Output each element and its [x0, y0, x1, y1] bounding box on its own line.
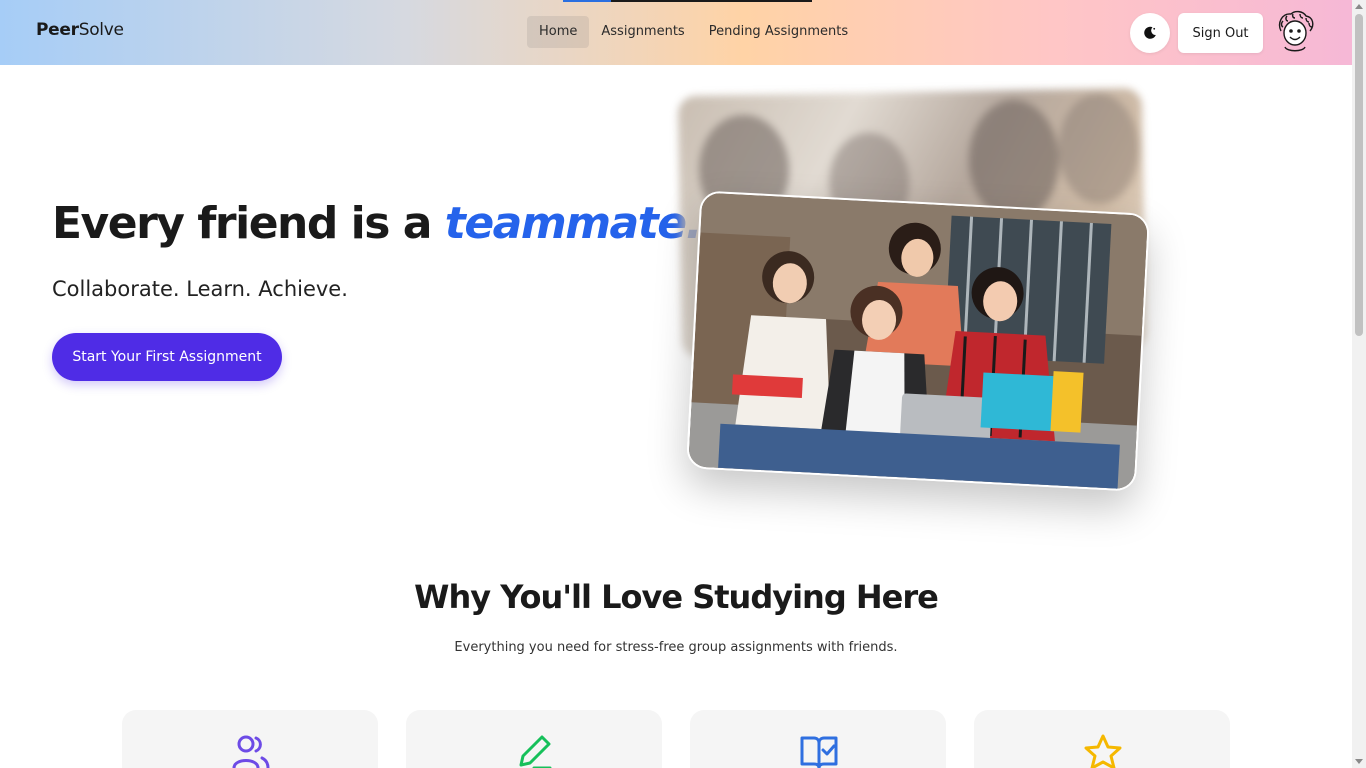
page-scrollbar[interactable]	[1352, 0, 1366, 768]
hero-title: Every friend is a teammate.	[52, 198, 703, 249]
feature-card-learning	[690, 710, 946, 768]
top-accent-line	[563, 0, 812, 2]
user-avatar-icon[interactable]	[1273, 9, 1317, 55]
scroll-up-arrow-icon[interactable]	[1355, 4, 1363, 9]
hero-title-prefix: Every friend is a	[52, 198, 432, 249]
nav-links: Home Assignments Pending Assignments	[527, 16, 860, 48]
theme-toggle-button[interactable]	[1130, 13, 1170, 53]
book-check-icon	[800, 736, 838, 768]
brand-name-regular: Solve	[78, 20, 124, 40]
features-title: Why You'll Love Studying Here	[414, 578, 939, 616]
nav-link-assignments[interactable]: Assignments	[589, 16, 696, 48]
start-first-assignment-button[interactable]: Start Your First Assignment	[52, 333, 282, 381]
nav-link-pending-assignments[interactable]: Pending Assignments	[697, 16, 860, 48]
star-icon	[1084, 734, 1122, 768]
moon-icon	[1144, 26, 1156, 39]
pencil-icon	[519, 735, 552, 768]
feature-card-achievement	[974, 710, 1230, 768]
features-subtitle: Everything you need for stress-free grou…	[454, 640, 898, 655]
feature-card-writing	[406, 710, 662, 768]
scrollbar-thumb[interactable]	[1355, 14, 1363, 336]
top-navbar: PeerSolve Home Assignments Pending Assig…	[0, 0, 1352, 65]
brand-name-bold: Peer	[36, 20, 79, 40]
nav-link-home[interactable]: Home	[527, 16, 590, 48]
hero-students-photo	[686, 190, 1150, 492]
sign-out-button[interactable]: Sign Out	[1178, 13, 1263, 53]
scroll-down-arrow-icon[interactable]	[1355, 759, 1363, 764]
users-icon	[232, 735, 270, 768]
hero-subtitle: Collaborate. Learn. Achieve.	[52, 277, 348, 301]
hero-title-accent: teammate.	[444, 198, 703, 249]
feature-card-collaboration	[122, 710, 378, 768]
brand-logo[interactable]: PeerSolve	[36, 20, 124, 40]
